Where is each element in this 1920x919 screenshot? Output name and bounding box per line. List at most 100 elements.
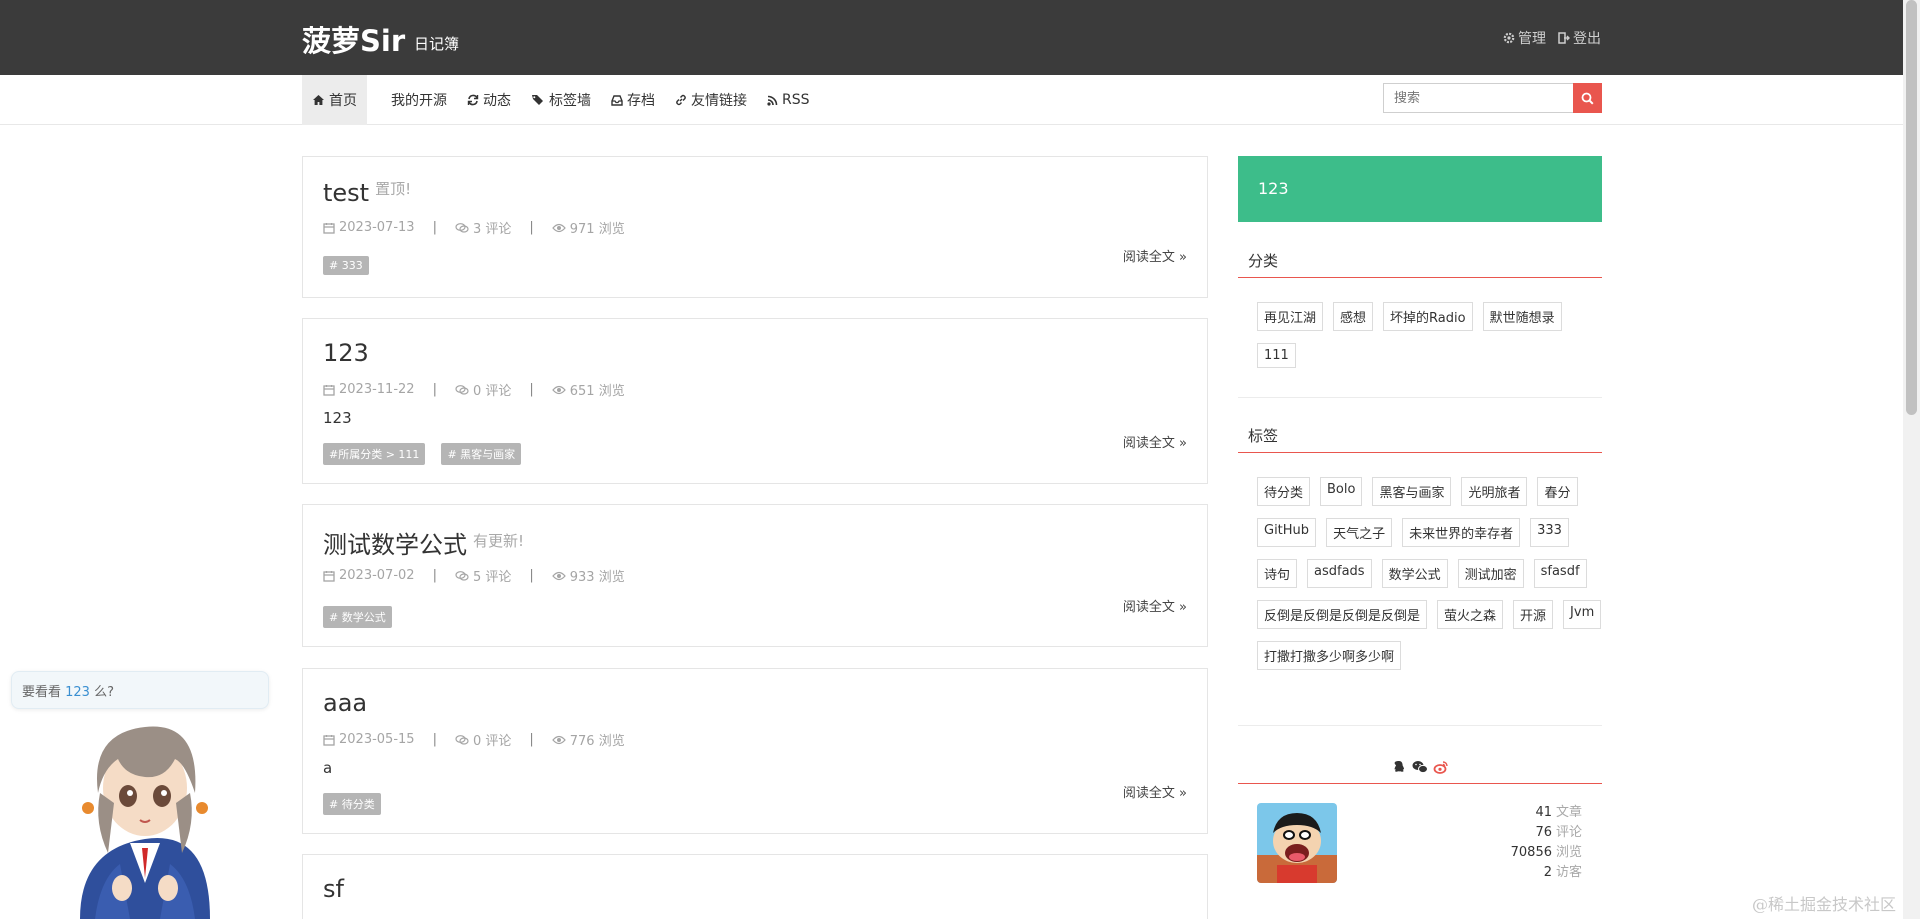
category-chip[interactable]: 111 <box>1257 343 1296 368</box>
page-scrollbar[interactable] <box>1903 0 1920 919</box>
eye-icon <box>551 735 566 744</box>
tag-chip[interactable]: 春分 <box>1537 477 1578 506</box>
eye-icon <box>551 385 566 394</box>
search-input[interactable] <box>1383 83 1573 113</box>
nav-item-home[interactable]: 首页 <box>302 75 367 125</box>
mascot-character[interactable] <box>60 708 230 919</box>
logout-link[interactable]: 登出 <box>1558 28 1601 48</box>
main-navbar: 首页 我的开源 动态 标签墙 存档 友情链接 RSS <box>0 75 1903 125</box>
search-icon <box>1581 92 1594 105</box>
category-chip[interactable]: 坏掉的Radio <box>1383 302 1473 331</box>
post-date: 2023-07-13 <box>339 220 415 235</box>
link-icon <box>676 94 686 106</box>
tag-chip[interactable]: 333 <box>1530 518 1569 547</box>
post-tag[interactable]: # 黑客与画家 <box>441 443 522 465</box>
post-views: 776 浏览 <box>569 734 625 749</box>
post-comments[interactable]: 5 评论 <box>473 566 511 585</box>
category-chip[interactable]: 感想 <box>1333 302 1374 331</box>
category-list: 再见江湖 感想 坏掉的Radio 默世随想录 111 <box>1257 302 1602 368</box>
sidebar-divider <box>1238 725 1602 726</box>
stat-views: 70856 浏览 <box>1480 843 1582 863</box>
nav-item-opensource[interactable]: 我的开源 <box>381 75 457 125</box>
post-title[interactable]: 测试数学公式 <box>323 531 467 559</box>
sidebar-banner[interactable]: 123 <box>1238 156 1602 222</box>
meta-separator: | <box>529 382 534 397</box>
logout-icon <box>1558 32 1570 44</box>
post-meta: 2023-11-22 | 0 评论 | 651 浏览 <box>323 380 625 399</box>
bubble-link[interactable]: 123 <box>65 685 90 700</box>
admin-link[interactable]: 管理 <box>1503 28 1546 48</box>
comments-icon <box>455 570 469 581</box>
tag-chip[interactable]: 打撒打撒多少啊多少啊 <box>1257 641 1402 670</box>
post-tag[interactable]: # 333 <box>323 256 369 275</box>
watermark: @稀土掘金技术社区 <box>1752 895 1897 914</box>
site-brand[interactable]: 菠萝Sir <box>302 18 405 60</box>
post-excerpt: 123 <box>323 409 352 427</box>
tag-chip[interactable]: 开源 <box>1513 600 1554 629</box>
read-more-link[interactable]: 阅读全文 » <box>1123 432 1187 451</box>
scrollbar-thumb[interactable] <box>1906 0 1917 415</box>
post-comments[interactable]: 0 评论 <box>473 730 511 749</box>
home-icon <box>313 95 324 105</box>
bubble-prefix: 要看看 <box>22 685 66 700</box>
stat-visitors: 2 访客 <box>1480 863 1582 883</box>
post-title[interactable]: test <box>323 179 369 207</box>
nav-item-archive[interactable]: 存档 <box>601 75 665 125</box>
tag-chip[interactable]: Jvm <box>1563 600 1602 629</box>
nav-label: 我的开源 <box>391 93 447 109</box>
comments-icon <box>455 384 469 395</box>
nav-item-friend-links[interactable]: 友情链接 <box>665 75 757 125</box>
read-more-link[interactable]: 阅读全文 » <box>1123 596 1187 615</box>
tag-chip[interactable]: 数学公式 <box>1381 559 1448 588</box>
rss-icon <box>767 95 778 106</box>
category-chip[interactable]: 再见江湖 <box>1257 302 1324 331</box>
meta-separator: | <box>529 568 534 583</box>
nav-menu: 首页 我的开源 动态 标签墙 存档 友情链接 RSS <box>302 75 820 125</box>
tag-chip[interactable]: 测试加密 <box>1457 559 1524 588</box>
tag-chip[interactable]: 未来世界的幸存者 <box>1402 518 1521 547</box>
category-chip[interactable]: 默世随想录 <box>1482 302 1562 331</box>
tag-chip[interactable]: 诗句 <box>1257 559 1298 588</box>
search-button[interactable] <box>1573 83 1602 113</box>
tag-chip[interactable]: sfasdf <box>1533 559 1587 588</box>
post-title[interactable]: 123 <box>323 339 369 367</box>
nav-label: 首页 <box>329 93 357 109</box>
admin-label: 管理 <box>1518 31 1546 47</box>
qq-icon[interactable] <box>1391 759 1407 775</box>
meta-separator: | <box>432 382 437 397</box>
post-title[interactable]: sf <box>323 875 344 903</box>
nav-item-dynamic[interactable]: 动态 <box>457 75 521 125</box>
read-more-link[interactable]: 阅读全文 » <box>1123 782 1187 801</box>
wechat-icon[interactable] <box>1411 759 1429 775</box>
tag-chip[interactable]: 光明旅者 <box>1461 477 1528 506</box>
tag-chip[interactable]: asdfads <box>1307 559 1372 588</box>
nav-item-tag-wall[interactable]: 标签墙 <box>521 75 601 125</box>
post-meta: 2023-05-15 | 0 评论 | 776 浏览 <box>323 730 625 749</box>
post-title[interactable]: aaa <box>323 689 367 717</box>
meta-separator: | <box>432 732 437 747</box>
nav-item-rss[interactable]: RSS <box>757 75 820 125</box>
post-tag[interactable]: # 数学公式 <box>323 606 392 628</box>
pinned-badge: 置顶! <box>375 180 412 198</box>
author-avatar[interactable] <box>1257 803 1337 883</box>
bubble-suffix: 么? <box>89 685 115 700</box>
tag-chip[interactable]: 黑客与画家 <box>1372 477 1452 506</box>
post-card: aaa 2023-05-15 | 0 评论 | 776 浏览 a 阅读全文 » … <box>302 668 1208 834</box>
tag-chip[interactable]: 待分类 <box>1257 477 1311 506</box>
tag-chip[interactable]: 萤火之森 <box>1437 600 1504 629</box>
refresh-icon <box>467 94 479 106</box>
read-more-link[interactable]: 阅读全文 » <box>1123 246 1187 265</box>
tag-chip[interactable]: Bolo <box>1320 477 1363 506</box>
stat-value: 2 <box>1543 865 1552 880</box>
weibo-icon[interactable] <box>1433 759 1449 775</box>
post-tag[interactable]: #所属分类 > 111 <box>323 443 426 465</box>
tag-chip[interactable]: 反倒是反倒是反倒是反倒是 <box>1257 600 1428 629</box>
post-tag[interactable]: # 待分类 <box>323 793 381 815</box>
post-card: test 置顶! 2023-07-13 | 3 评论 | 971 浏览 阅读全文 … <box>302 156 1208 298</box>
post-comments[interactable]: 3 评论 <box>473 218 511 237</box>
stat-label: 评论 <box>1555 825 1582 840</box>
post-meta: 2023-07-13 | 3 评论 | 971 浏览 <box>323 218 625 237</box>
tag-chip[interactable]: 天气之子 <box>1326 518 1393 547</box>
post-comments[interactable]: 0 评论 <box>473 380 511 399</box>
tag-chip[interactable]: GitHub <box>1257 518 1317 547</box>
